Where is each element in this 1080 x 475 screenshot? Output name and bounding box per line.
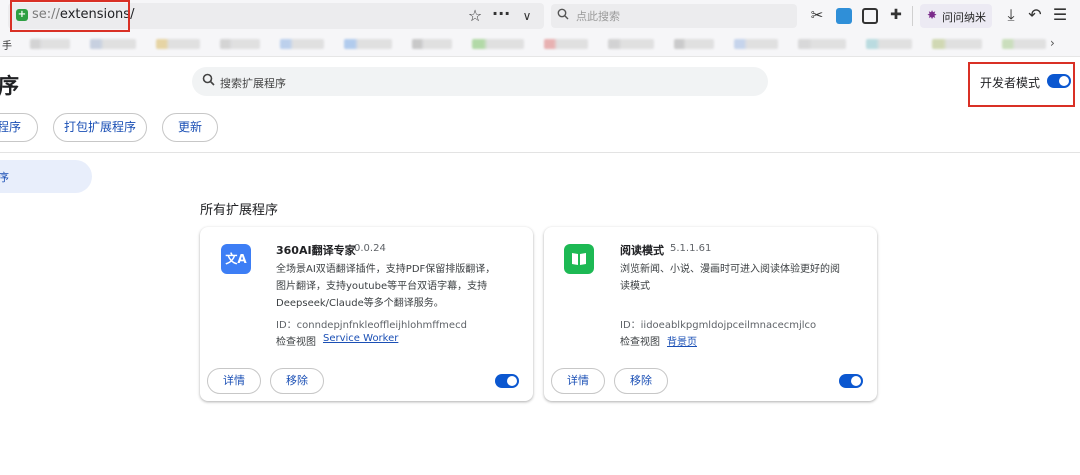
translate-icon: 文A xyxy=(221,244,251,274)
sidebar-item-extensions[interactable] xyxy=(0,160,92,193)
bookmark-item[interactable] xyxy=(798,39,846,49)
details-button[interactable]: 详情 xyxy=(551,368,605,394)
extension-name: 阅读模式 xyxy=(620,244,664,257)
extension-id: ID：conndepjnfnkleoffleijhlohmffmecd xyxy=(276,320,467,331)
pack-extension-button[interactable]: 打包扩展程序 xyxy=(53,113,147,142)
header-divider xyxy=(0,152,1080,153)
sidebar-item-label: 序 xyxy=(0,171,9,184)
more-icon[interactable]: ··· xyxy=(492,6,510,22)
extension-version: 5.1.1.61 xyxy=(670,243,712,254)
wenwen-label: 问问纳米 xyxy=(942,11,986,24)
puzzle-icon[interactable]: ✚ xyxy=(887,7,905,23)
bookmark-item[interactable] xyxy=(932,39,982,49)
reader-icon[interactable] xyxy=(862,8,878,24)
chevron-down-icon[interactable]: ∨ xyxy=(518,8,536,24)
extension-desc-3: Deepseek/Claude等多个翻译服务。 xyxy=(276,298,444,309)
scissors-icon[interactable]: ✂ xyxy=(808,7,826,23)
extension-enable-toggle[interactable] xyxy=(495,374,519,388)
search-icon xyxy=(557,8,569,23)
section-title: 所有扩展程序 xyxy=(200,203,279,218)
page-title: 序 xyxy=(0,74,19,98)
bookmark-item[interactable] xyxy=(674,39,714,49)
bookmark-item[interactable] xyxy=(280,39,324,49)
bookmark-item[interactable] xyxy=(734,39,778,49)
extension-desc-1: 全场景AI双语翻译插件，支持PDF保留排版翻译， xyxy=(276,264,496,275)
undo-icon[interactable]: ↶ xyxy=(1026,7,1044,23)
bookmark-item[interactable] xyxy=(608,39,654,49)
web-search-placeholder: 点此搜索 xyxy=(576,10,620,23)
search-icon xyxy=(202,73,215,90)
bookmark-first-label[interactable]: 手 xyxy=(2,37,12,52)
inspect-views-label: 检查视图 xyxy=(276,337,316,348)
bookmark-item[interactable] xyxy=(1002,39,1046,49)
remove-button[interactable]: 移除 xyxy=(270,368,324,394)
bookmark-item[interactable] xyxy=(344,39,392,49)
nami-logo-icon: ✸ xyxy=(927,8,938,22)
extension-name: 360AI翻译专家 xyxy=(276,244,356,257)
book-icon xyxy=(564,244,594,274)
extension-desc-2: 读模式 xyxy=(620,281,650,292)
update-button[interactable]: 更新 xyxy=(162,113,218,142)
load-unpacked-button[interactable]: 程序 xyxy=(0,113,38,142)
service-worker-link[interactable]: Service Worker xyxy=(323,333,398,344)
extension-version: 0.0.24 xyxy=(354,243,386,254)
extension-desc-1: 浏览新闻、小说、漫画时可进入阅读体验更好的阅 xyxy=(620,264,840,275)
extension-id: ID：iidoeablkpgmldojpceilmnacecmjlco xyxy=(620,320,817,331)
remove-button[interactable]: 移除 xyxy=(614,368,668,394)
extension-desc-2: 图片翻译，支持youtube等平台双语字幕，支持 xyxy=(276,281,488,292)
download-icon[interactable]: ⤓ xyxy=(1002,7,1020,23)
bookmark-item[interactable] xyxy=(220,39,260,49)
toolbar-divider xyxy=(912,6,913,26)
bookmark-item[interactable] xyxy=(866,39,912,49)
bookmark-item[interactable] xyxy=(90,39,136,49)
dev-mode-highlight-box xyxy=(968,62,1075,107)
menu-icon[interactable]: ☰ xyxy=(1051,7,1069,23)
bookmark-item[interactable] xyxy=(472,39,524,49)
bookmark-item[interactable] xyxy=(544,39,588,49)
bookmark-item[interactable] xyxy=(30,39,70,49)
inspect-views-label: 检查视图 xyxy=(620,337,660,348)
star-icon[interactable]: ☆ xyxy=(466,8,484,24)
background-page-link[interactable]: 背景页 xyxy=(667,333,697,348)
bookmark-item[interactable] xyxy=(412,39,452,49)
bookmark-item[interactable] xyxy=(156,39,200,49)
url-highlight-box xyxy=(10,0,130,32)
extension-search-placeholder: 搜索扩展程序 xyxy=(220,77,286,90)
extension-enable-toggle[interactable] xyxy=(839,374,863,388)
bookmarks-chevron-icon[interactable]: › xyxy=(1050,36,1055,50)
details-button[interactable]: 详情 xyxy=(207,368,261,394)
image-icon[interactable] xyxy=(836,8,852,24)
